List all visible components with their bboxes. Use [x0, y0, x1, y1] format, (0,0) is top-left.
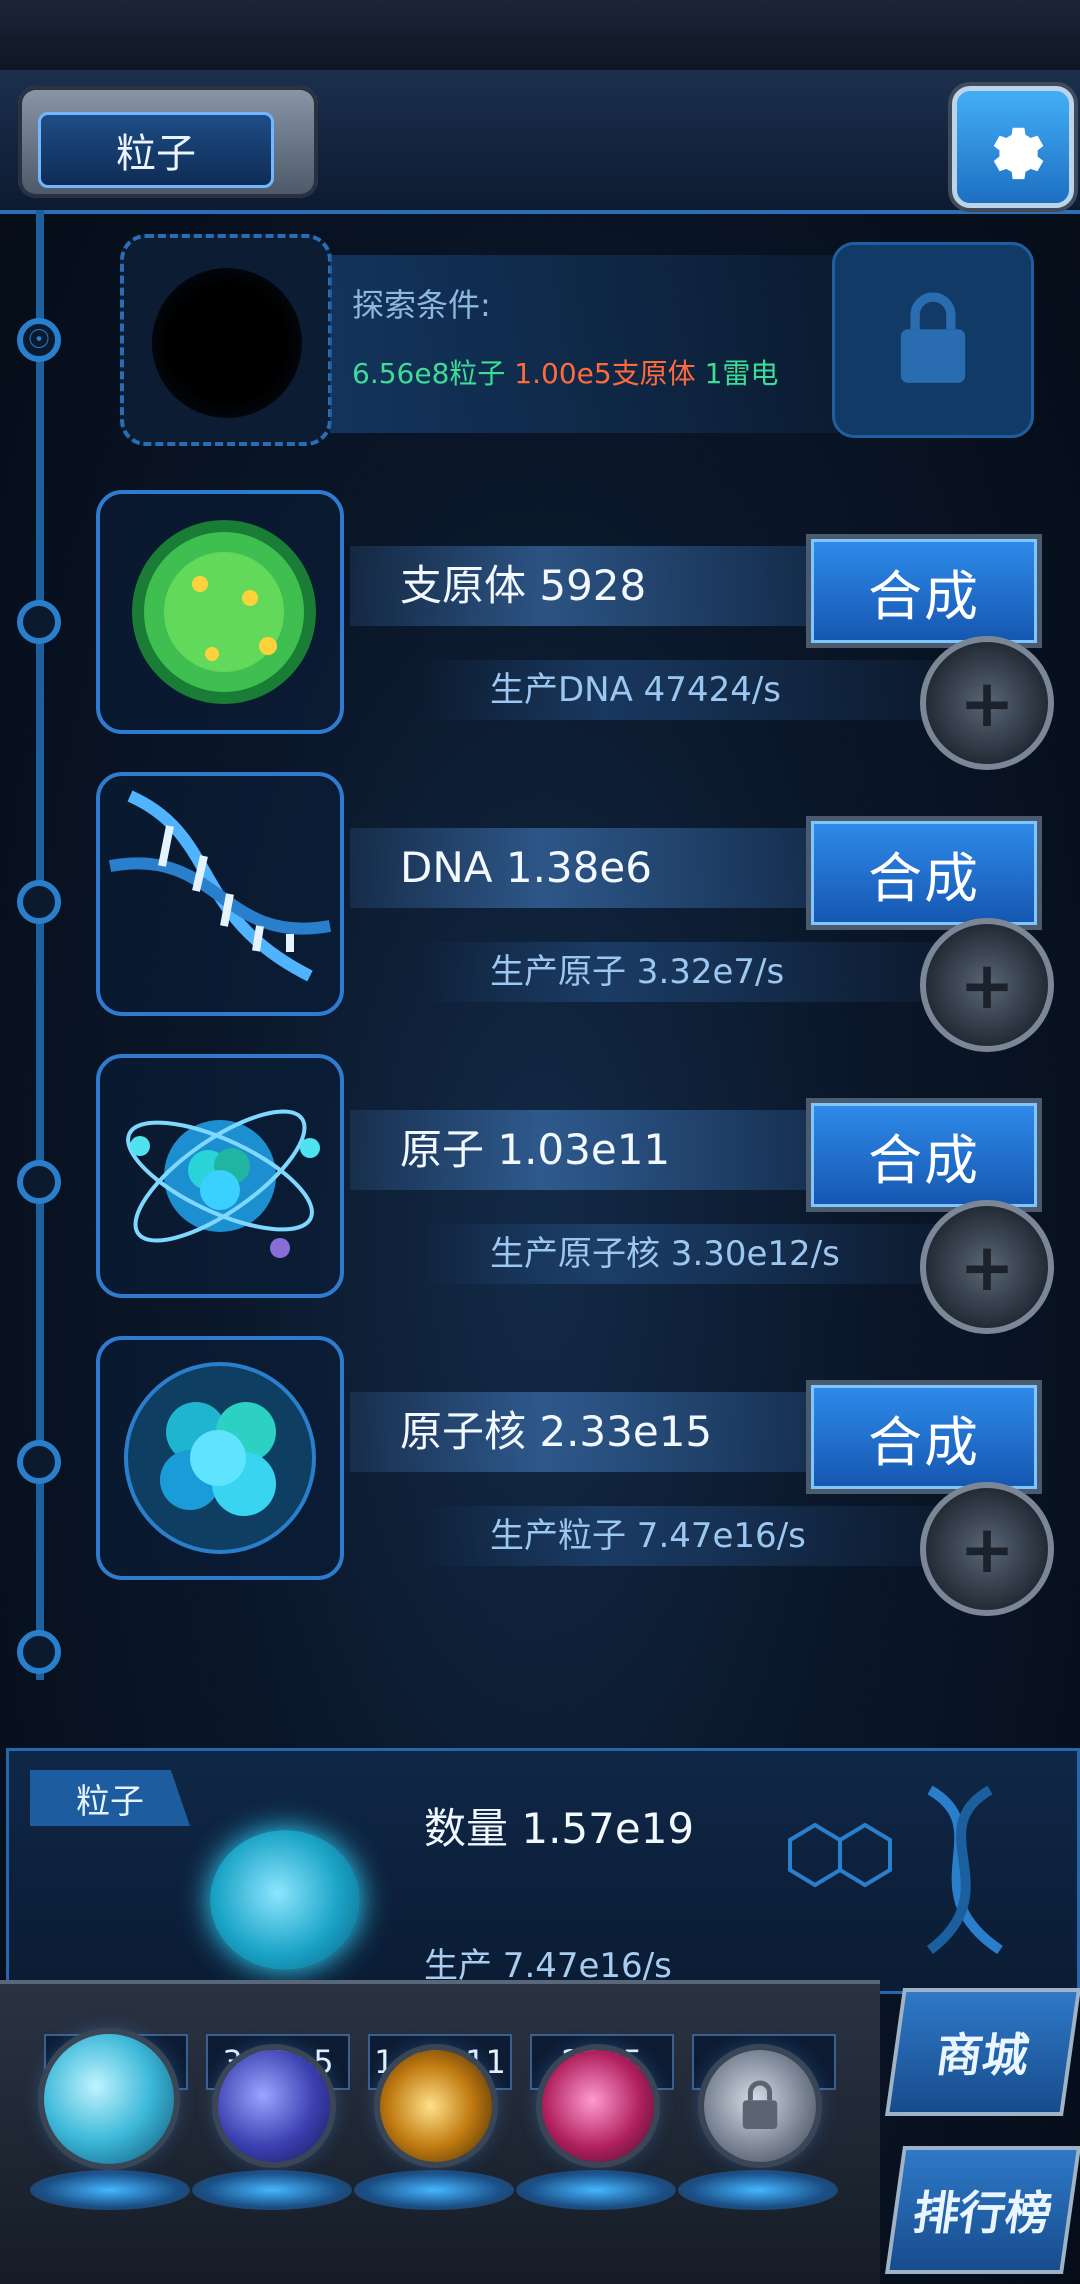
item-name: 原子 1.03e11 [350, 1110, 830, 1190]
rail-node-2 [17, 880, 61, 924]
item-name: DNA 1.38e6 [350, 828, 830, 908]
galaxy-orb-icon[interactable] [380, 2050, 492, 2162]
black-hole-icon [152, 268, 302, 418]
item-production: 生产粒子 7.47e16/s [420, 1506, 940, 1566]
top-strip [0, 0, 1080, 72]
mycoplasma-icon [132, 520, 316, 704]
lightning-orb-icon[interactable] [218, 2050, 330, 2162]
locked-orb[interactable] [704, 2050, 816, 2162]
orb-pedestal [192, 2170, 352, 2210]
orb-pedestal [354, 2170, 514, 2210]
synthesize-button[interactable]: 合成 [806, 816, 1042, 930]
page-title: 粒子 [38, 112, 274, 188]
item-card-atom[interactable] [96, 1054, 344, 1298]
item-name: 支原体 5928 [350, 546, 830, 626]
plus-icon[interactable]: + [920, 636, 1054, 770]
lock-icon [742, 2080, 778, 2129]
synthesize-button[interactable]: 合成 [806, 534, 1042, 648]
rail-node-end [17, 1630, 61, 1674]
rail-node-1 [17, 600, 61, 644]
synthesize-button[interactable]: 合成 [806, 1098, 1042, 1212]
nucleus-icon [124, 1362, 316, 1554]
gear-icon [993, 127, 1044, 180]
condition-mycoplasma: 1.00e5支原体 [514, 357, 696, 390]
brain-orb-icon[interactable] [542, 2050, 654, 2162]
item-card-dna[interactable] [96, 772, 344, 1016]
condition-particle: 6.56e8粒子 [352, 357, 506, 390]
item-card-nucleus[interactable] [96, 1336, 344, 1580]
orb-pedestal [30, 2170, 190, 2210]
resource-label: 粒子 [30, 1770, 190, 1826]
explore-title: 探索条件: [352, 286, 491, 324]
shop-button[interactable]: 商城 [885, 1988, 1080, 2116]
synthesize-button[interactable]: 合成 [806, 1380, 1042, 1494]
dna-molecule-icon [788, 1785, 1003, 1955]
plus-icon[interactable]: + [920, 918, 1054, 1052]
orb-pedestal [516, 2170, 676, 2210]
item-production: 生产DNA 47424/s [420, 660, 940, 720]
leaderboard-button[interactable]: 排行榜 [885, 2146, 1080, 2274]
rail-node-4 [17, 1440, 61, 1484]
item-production: 生产原子 3.32e7/s [420, 942, 940, 1002]
explore-lock-button[interactable] [832, 242, 1034, 438]
particle-icon [210, 1830, 360, 1970]
plus-icon[interactable]: + [920, 1482, 1054, 1616]
rail-lock-icon: ☉ [17, 318, 61, 362]
item-name: 原子核 2.33e15 [350, 1392, 830, 1472]
dna-icon [108, 790, 332, 982]
item-card-mycoplasma[interactable] [96, 490, 344, 734]
explore-conditions: 6.56e8粒子 1.00e5支原体 1雷电 [352, 352, 778, 392]
lock-icon [900, 292, 966, 383]
plus-icon[interactable]: + [920, 1200, 1054, 1334]
rail-node-3 [17, 1160, 61, 1204]
condition-lightning: 1雷电 [704, 357, 779, 390]
settings-button[interactable] [952, 86, 1074, 208]
particle-orb-icon[interactable] [44, 2034, 174, 2164]
atom-icon [126, 1109, 320, 1258]
resource-quantity: 数量 1.57e19 [424, 1804, 695, 1853]
item-production: 生产原子核 3.30e12/s [420, 1224, 940, 1284]
orb-pedestal [678, 2170, 838, 2210]
